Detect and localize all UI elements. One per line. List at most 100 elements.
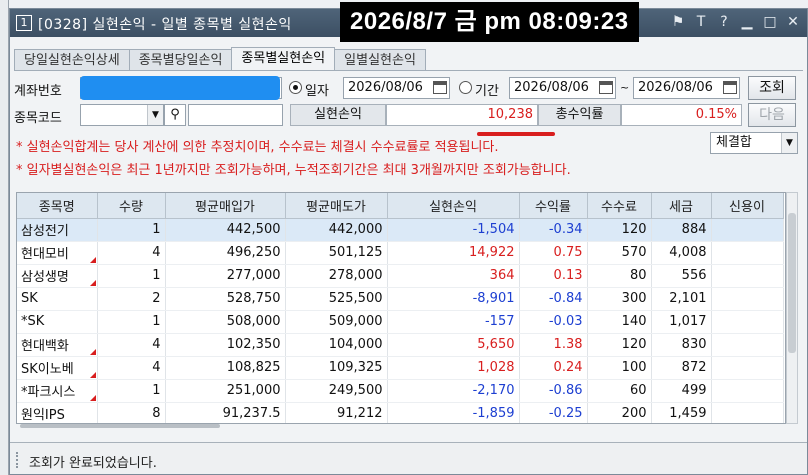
cell-qty: 1	[97, 218, 166, 242]
table-row[interactable]: 삼성생명 1 277,000 278,000 364 0.13 80 556	[17, 264, 784, 288]
cell-rate: 1.38	[519, 333, 588, 357]
help-icon[interactable]: ?	[716, 14, 732, 30]
background-app-edge	[0, 0, 9, 475]
cell-name: 삼성생명	[17, 264, 98, 288]
cell-pnl: 14,922	[387, 241, 520, 265]
table-row[interactable]: *파크시스 1 251,000 249,500 -2,170 -0.86 60 499	[17, 379, 784, 403]
minimize-icon[interactable]: ▁	[739, 14, 755, 30]
cell-buy: 528,750	[165, 287, 286, 311]
table-row[interactable]: 삼성전기 1 442,500 442,000 -1,504 -0.34 120 884	[17, 218, 784, 242]
cell-tax: 4,008	[651, 241, 712, 265]
clock-overlay: 2026/8/7 금 pm 08:09:23	[340, 2, 639, 42]
cell-rate: 0.13	[519, 264, 588, 288]
col-header[interactable]: 실현손익	[387, 193, 520, 219]
col-header[interactable]: 종목명	[17, 193, 98, 219]
date-range-radio[interactable]	[459, 81, 472, 94]
scroll-thumb[interactable]	[788, 213, 796, 353]
cell-pnl: 1,028	[387, 356, 520, 380]
title-bar[interactable]: 1 [0328] 실현손익 - 일별 종목별 실현손익 2026/8/7 금 p…	[10, 2, 807, 42]
stock-code-input[interactable]: ▼	[80, 104, 164, 126]
cell-qty: 1	[97, 264, 166, 288]
status-grip-icon	[16, 452, 18, 468]
cell-sell: 442,000	[285, 218, 388, 242]
col-header[interactable]: 수수료	[587, 193, 652, 219]
font-size-icon[interactable]: T	[693, 14, 709, 30]
pin-icon[interactable]: ⚑	[670, 14, 686, 30]
cell-pnl: -157	[387, 310, 520, 334]
tab-daily-realized[interactable]: 일별실현손익	[334, 49, 426, 71]
stock-search-button[interactable]: ⚲	[164, 104, 186, 126]
realized-pnl-label: 실현손익	[290, 104, 386, 126]
cell-buy: 496,250	[165, 241, 286, 265]
cell-rate: -0.84	[519, 287, 588, 311]
col-header[interactable]: 수량	[97, 193, 166, 219]
calendar-icon[interactable]	[433, 81, 447, 94]
cell-pnl: -1,859	[387, 402, 520, 423]
cell-sell: 104,000	[285, 333, 388, 357]
calendar-icon[interactable]	[599, 81, 613, 94]
date-single-radio[interactable]	[289, 81, 302, 94]
table-row[interactable]: *SK 1 508,000 509,000 -157 -0.03 140 1,017	[17, 310, 784, 334]
range-start-value: 2026/08/06	[514, 80, 589, 95]
cell-fee: 100	[587, 356, 652, 380]
cell-credit	[711, 310, 784, 334]
close-icon[interactable]: ✕	[785, 14, 801, 30]
table-row[interactable]: 현대모비 4 496,250 501,125 14,922 0.75 570 4,008	[17, 241, 784, 265]
cell-pnl: -8,901	[387, 287, 520, 311]
cell-credit	[711, 241, 784, 265]
cell-fee: 200	[587, 402, 652, 423]
cell-sell: 91,212	[285, 402, 388, 423]
stock-code-label: 종목코드	[14, 111, 62, 126]
search-button[interactable]: 조회	[748, 76, 796, 100]
tab-by-stock-realized[interactable]: 종목별실현손익	[231, 47, 336, 71]
vertical-scrollbar[interactable]	[786, 192, 798, 424]
tab-daily-detail[interactable]: 당일실현손익상세	[14, 49, 130, 71]
calendar-icon[interactable]	[723, 81, 737, 94]
cell-fee: 80	[587, 264, 652, 288]
range-start-field[interactable]: 2026/08/06	[509, 77, 616, 99]
cell-credit	[711, 356, 784, 380]
flag-icon	[89, 256, 96, 263]
col-header[interactable]: 평균매도가	[285, 193, 388, 219]
cell-sell: 525,500	[285, 287, 388, 311]
table-row[interactable]: 현대백화 4 102,350 104,000 5,650 1.38 120 830	[17, 333, 784, 357]
table-row[interactable]: SK 2 528,750 525,500 -8,901 -0.84 300 2,101	[17, 287, 784, 311]
cell-credit	[711, 379, 784, 403]
date-single-label: 일자	[305, 84, 329, 99]
settle-select-value: 체결합	[716, 135, 752, 150]
maximize-icon[interactable]: □	[762, 14, 778, 30]
cell-qty: 4	[97, 241, 166, 265]
col-header[interactable]: 세금	[651, 193, 712, 219]
cell-rate: -0.86	[519, 379, 588, 403]
cell-tax: 830	[651, 333, 712, 357]
single-date-field[interactable]: 2026/08/06	[343, 77, 450, 99]
table-row[interactable]: SK이노베 4 108,825 109,325 1,028 0.24 100 872	[17, 356, 784, 380]
range-end-value: 2026/08/06	[638, 80, 713, 95]
cell-sell: 509,000	[285, 310, 388, 334]
cell-sell: 109,325	[285, 356, 388, 380]
cell-name: 현대모비	[17, 241, 98, 265]
cell-tax: 2,101	[651, 287, 712, 311]
cell-rate: -0.25	[519, 402, 588, 423]
cell-sell: 501,125	[285, 241, 388, 265]
horizontal-scroll-thumb[interactable]	[20, 424, 220, 428]
range-separator: ~	[620, 81, 630, 94]
col-header[interactable]: 신용이	[711, 193, 784, 219]
cell-credit	[711, 264, 784, 288]
cell-tax: 884	[651, 218, 712, 242]
chevron-down-icon[interactable]: ▼	[147, 105, 163, 125]
col-header[interactable]: 수익률	[519, 193, 588, 219]
single-date-value: 2026/08/06	[348, 80, 423, 95]
next-button[interactable]: 다음	[748, 103, 796, 127]
settle-select[interactable]: 체결합 ▼	[710, 132, 798, 154]
window-title: [0328] 실현손익 - 일별 종목별 실현손익	[38, 17, 292, 33]
cell-name: SK	[17, 287, 98, 311]
col-header[interactable]: 평균매입가	[165, 193, 286, 219]
table-row[interactable]: 원익IPS 8 91,237.5 91,212 -1,859 -0.25 200 1,459	[17, 402, 784, 423]
range-end-field[interactable]: 2026/08/06	[633, 77, 740, 99]
tab-by-stock-today[interactable]: 종목별당일손익	[128, 49, 233, 71]
cell-name: *SK	[17, 310, 98, 334]
chevron-down-icon[interactable]: ▼	[781, 133, 797, 153]
cell-name: 현대백화	[17, 333, 98, 357]
cell-credit	[711, 218, 784, 242]
